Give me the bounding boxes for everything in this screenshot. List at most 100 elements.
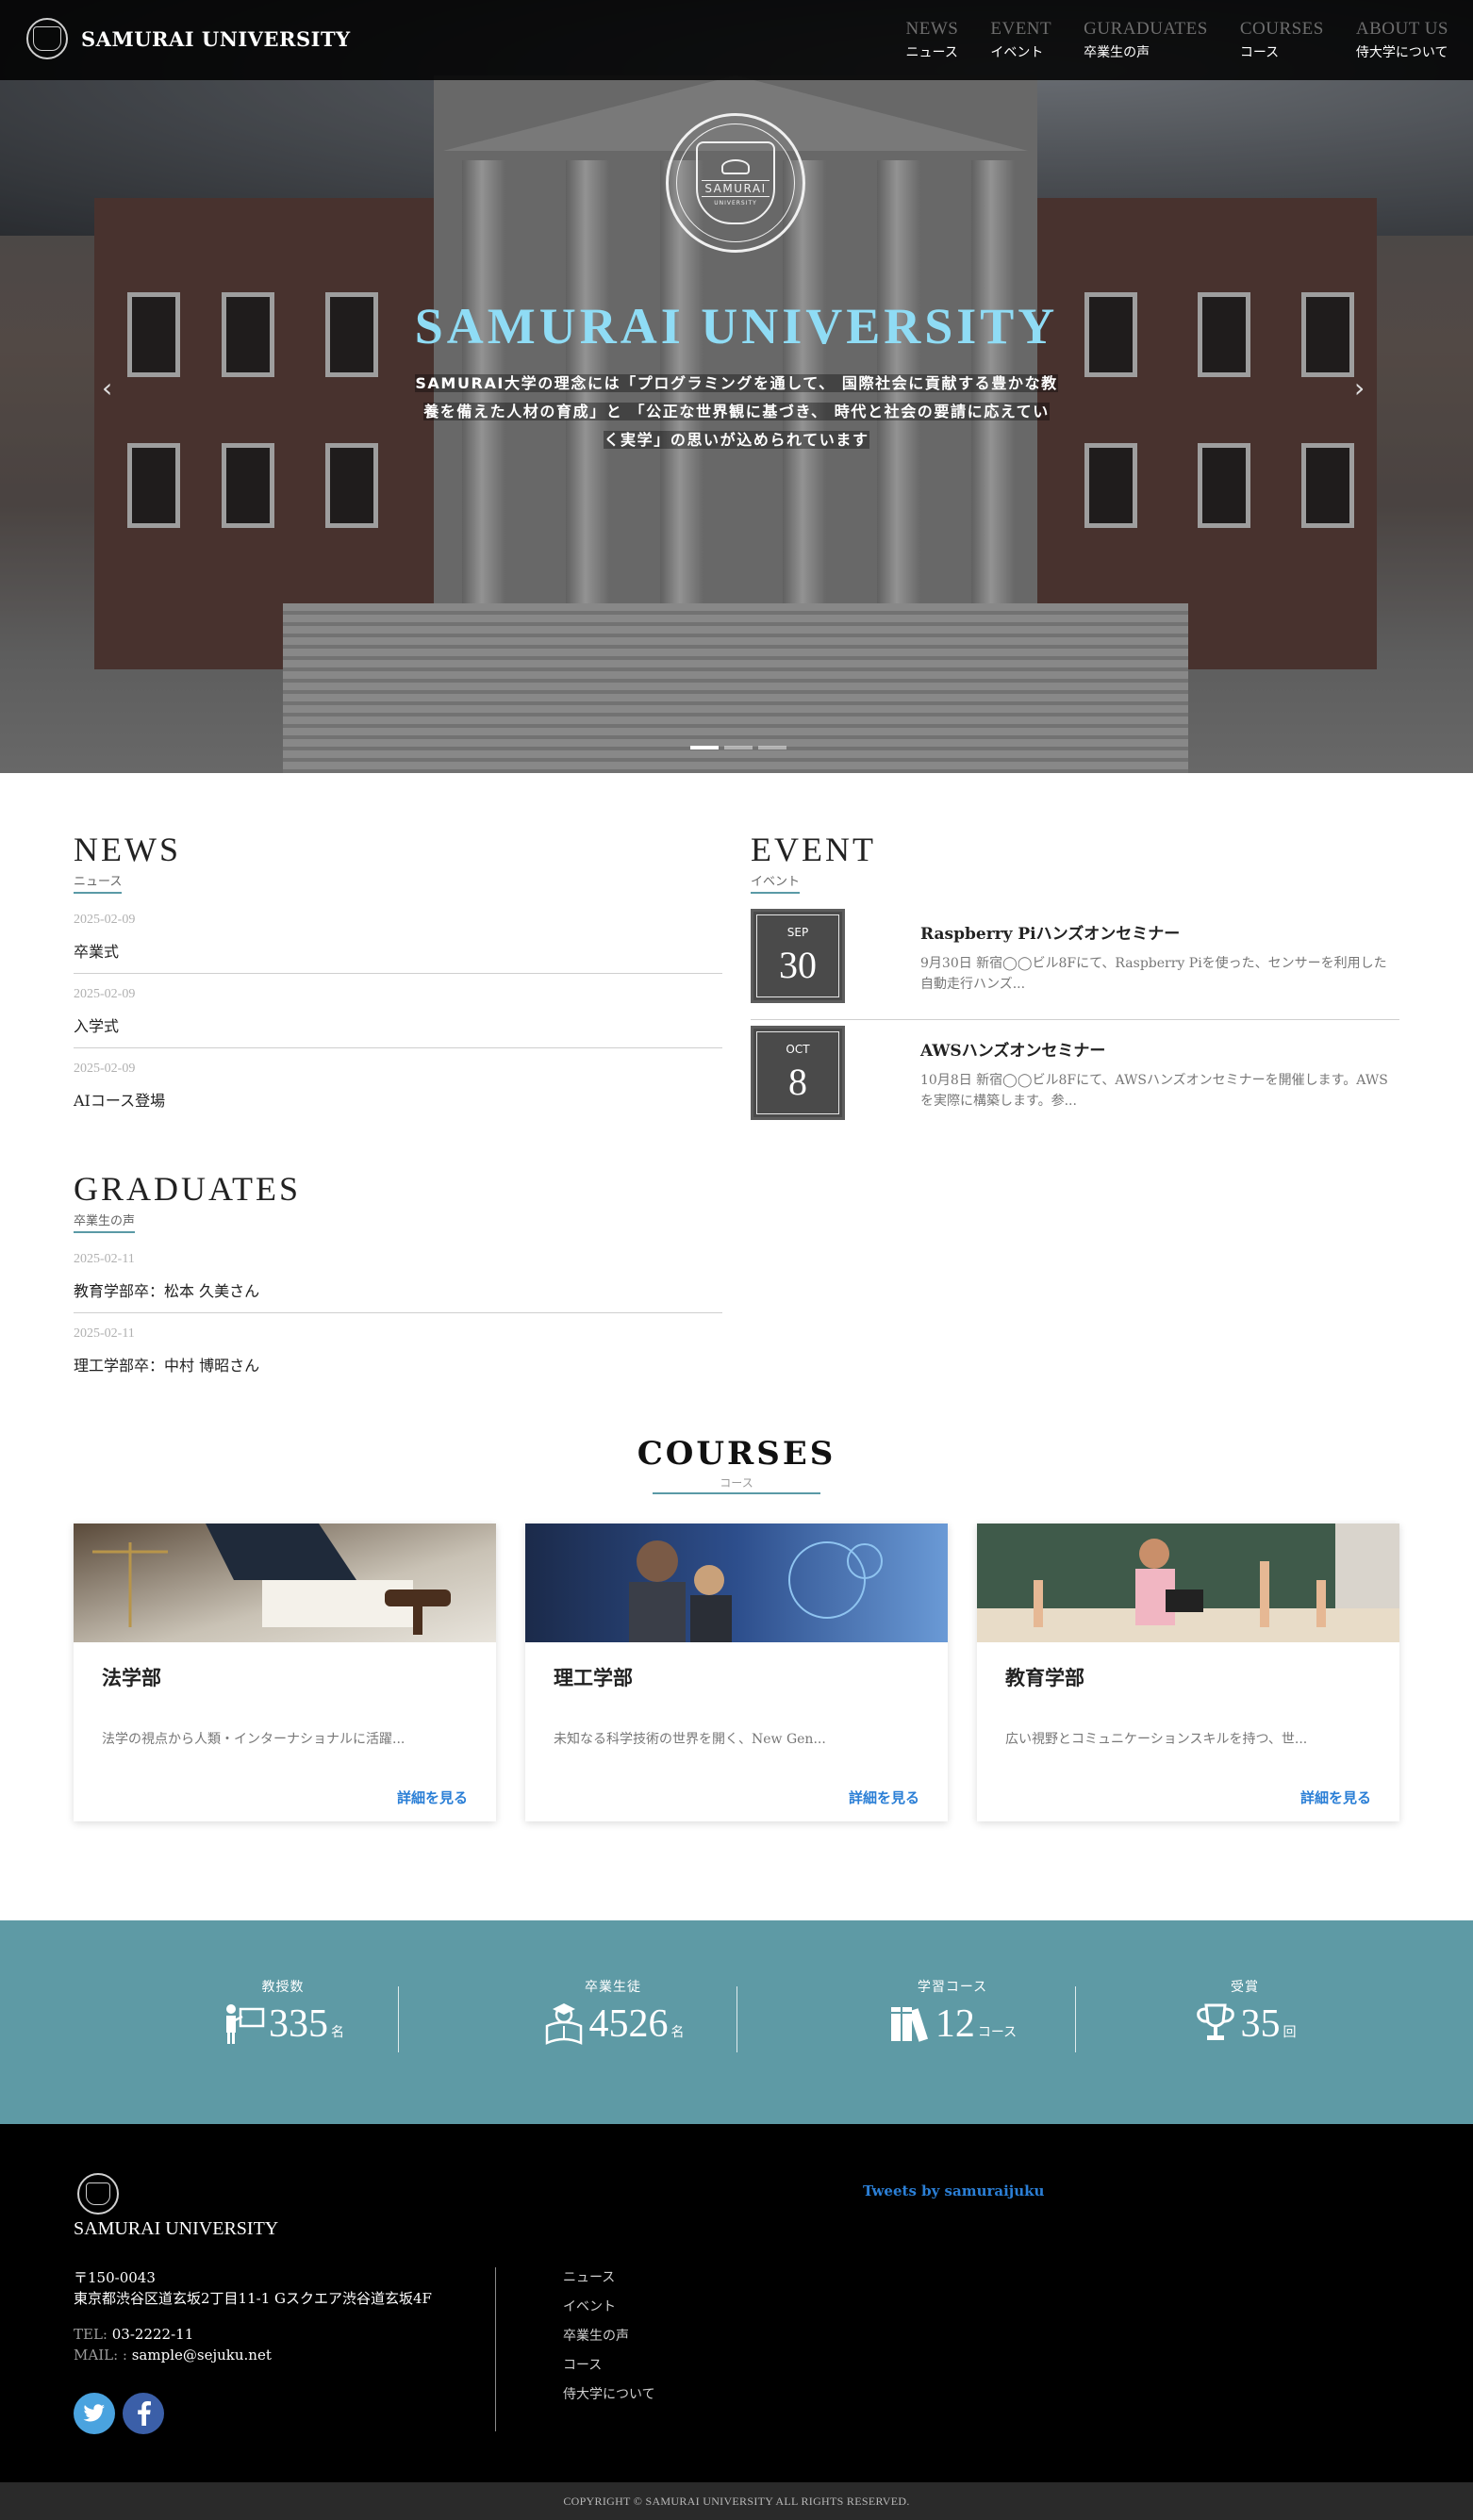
trophy-icon xyxy=(1196,2003,1234,2040)
course-cards: 法学部 法学の視点から人類・インターナショナルに活躍... 詳細を見る 理工学部… xyxy=(74,1524,1399,1821)
stat-unit: 名 xyxy=(331,2025,344,2040)
facebook-icon[interactable] xyxy=(123,2393,164,2434)
nav-item-courses[interactable]: COURSES コース xyxy=(1240,19,1324,61)
site-header: SAMURAI UNIVERSITY NEWS ニュース EVENT イベント … xyxy=(0,0,1473,80)
emblem-text: SAMURAI xyxy=(702,180,770,197)
tel-value: 03-2222-11 xyxy=(111,2326,194,2343)
engineering-course-image xyxy=(525,1524,948,1642)
post-date: 2025-02-11 xyxy=(74,1252,135,1266)
course-card-engineering[interactable]: 理工学部 未知なる科学技術の世界を開く、New Gen... 詳細を見る xyxy=(525,1524,948,1821)
news-item[interactable]: 2025-02-09 入学式 xyxy=(74,974,722,1048)
course-description: 未知なる科学技術の世界を開く、New Gen... xyxy=(554,1732,826,1747)
slider-dot[interactable] xyxy=(758,746,786,749)
news-list: 2025-02-09 卒業式 2025-02-09 入学式 2025-02-09… xyxy=(74,899,722,1122)
tel-label: TEL: xyxy=(74,2326,108,2343)
section-title: COURSES xyxy=(637,1435,836,1473)
course-title: 教育学部 xyxy=(1005,1666,1084,1689)
nav-item-graduates[interactable]: GURADUATES 卒業生の声 xyxy=(1084,19,1208,61)
university-logo-icon[interactable] xyxy=(77,2173,119,2215)
section-title: EVENT xyxy=(751,831,876,868)
footer-link-courses[interactable]: コース xyxy=(563,2351,655,2380)
nav-item-event[interactable]: EVENT イベント xyxy=(990,19,1051,61)
footer-link-about[interactable]: 侍大学について xyxy=(563,2380,655,2410)
brand[interactable]: SAMURAI UNIVERSITY xyxy=(26,18,351,59)
nav-item-about[interactable]: ABOUT US 侍大学について xyxy=(1356,19,1448,61)
emblem-ring: SAMURAI UNIVERSITY xyxy=(676,124,795,242)
nav-label-en: GURADUATES xyxy=(1084,19,1208,39)
university-emblem: SAMURAI UNIVERSITY xyxy=(666,113,805,253)
education-course-image xyxy=(977,1524,1399,1642)
nav-label-en: EVENT xyxy=(990,19,1052,39)
event-item[interactable]: OCT 8 AWSハンズオンセミナー 10月8日 新宿◯◯ビル8Fにて、AWSハ… xyxy=(751,1024,1399,1137)
post-date: 2025-02-09 xyxy=(74,913,136,927)
nav-label-jp: コース xyxy=(1239,45,1280,60)
event-day: 8 xyxy=(788,1060,807,1103)
news-item[interactable]: 2025-02-09 AIコース登場 xyxy=(74,1048,722,1122)
course-card-law[interactable]: 法学部 法学の視点から人類・インターナショナルに活躍... 詳細を見る xyxy=(74,1524,496,1821)
post-date: 2025-02-09 xyxy=(74,1062,136,1076)
post-date: 2025-02-09 xyxy=(74,987,136,1001)
footer-contact: TEL: 03-2222-11 MAIL: : sample@sejuku.ne… xyxy=(74,2324,272,2365)
section-subtitle: 卒業生の声 xyxy=(74,1211,136,1233)
news-item[interactable]: 2025-02-09 卒業式 xyxy=(74,899,722,974)
section-subtitle: イベント xyxy=(751,871,801,894)
graduates-section: GRADUATES 卒業生の声 2025-02-11 教育学部卒：松本 久美さん… xyxy=(74,1169,722,1387)
hero-description-line: 養を備えた人材の育成」と 「公正な世界観に基づき、 時代と社会の要請に応えてい xyxy=(423,403,1050,420)
footer-divider xyxy=(495,2267,496,2431)
nav-label-jp: ニュース xyxy=(905,45,958,60)
nav-label-en: NEWS xyxy=(905,19,959,39)
event-month: SEP xyxy=(786,925,809,939)
slider-dots xyxy=(687,746,789,749)
books-icon xyxy=(890,2007,928,2042)
graduates-list: 2025-02-11 教育学部卒：松本 久美さん 2025-02-11 理工学部… xyxy=(74,1239,722,1387)
course-detail-link[interactable]: 詳細を見る xyxy=(1300,1787,1371,1807)
stat-unit: 回 xyxy=(1283,2025,1297,2040)
stats-band: 教授数 335 名 卒業生徒 4526 名 学習コース 12 コース 受賞 35… xyxy=(0,1920,1473,2124)
site-footer: SAMURAI UNIVERSITY 〒150-0043 東京都渋谷区道玄坂2丁… xyxy=(0,2124,1473,2482)
stat-label: 卒業生徒 xyxy=(585,1980,641,1995)
nav-label-en: COURSES xyxy=(1239,19,1324,39)
stat-courses: 学習コース 12 コース xyxy=(811,1977,1094,2045)
copyright: COPYRIGHT © SAMURAI UNIVERSITY ALL RIGHT… xyxy=(0,2482,1473,2520)
tweets-link[interactable]: Tweets by samuraijuku xyxy=(863,2182,1044,2199)
course-card-education[interactable]: 教育学部 広い視野とコミュニケーションスキルを持つ、世... 詳細を見る xyxy=(977,1524,1399,1821)
event-item[interactable]: SEP 30 Raspberry Piハンズオンセミナー 9月30日 新宿◯◯ビ… xyxy=(751,907,1399,1020)
event-title: AWSハンズオンセミナー xyxy=(920,1042,1106,1061)
stat-divider xyxy=(1075,1986,1076,2052)
stat-value: 12 xyxy=(935,2002,975,2046)
event-body: AWSハンズオンセミナー 10月8日 新宿◯◯ビル8Fにて、AWSハンズオンセミ… xyxy=(920,1026,1392,1129)
course-detail-link[interactable]: 詳細を見る xyxy=(849,1787,919,1807)
mail-value[interactable]: sample@sejuku.net xyxy=(132,2347,272,2364)
footer-link-news[interactable]: ニュース xyxy=(563,2264,655,2293)
university-logo-icon xyxy=(26,18,68,59)
slider-prev-icon[interactable]: ‹ xyxy=(102,372,112,404)
twitter-icon[interactable] xyxy=(74,2393,115,2434)
footer-link-graduates[interactable]: 卒業生の声 xyxy=(563,2322,655,2351)
stat-professors: 教授数 335 名 xyxy=(141,1977,424,2045)
stat-divider xyxy=(736,1986,737,2052)
course-detail-link[interactable]: 詳細を見る xyxy=(397,1787,468,1807)
stat-graduates: 卒業生徒 4526 名 xyxy=(472,1977,754,2045)
shield-icon xyxy=(86,2182,110,2205)
nav-item-news[interactable]: NEWS ニュース xyxy=(906,19,959,61)
slider-next-icon[interactable]: › xyxy=(1354,372,1365,404)
slider-dot[interactable] xyxy=(690,746,719,749)
slider-dot[interactable] xyxy=(724,746,753,749)
footer-link-event[interactable]: イベント xyxy=(563,2293,655,2322)
graduate-item[interactable]: 2025-02-11 理工学部卒：中村 博昭さん xyxy=(74,1313,722,1387)
section-title: GRADUATES xyxy=(74,1170,302,1208)
event-body: Raspberry Piハンズオンセミナー 9月30日 新宿◯◯ビル8Fにて、R… xyxy=(920,909,1392,1012)
event-month: OCT xyxy=(786,1042,810,1056)
stat-label: 教授数 xyxy=(261,1980,305,1995)
hero-slider: SAMURAI UNIVERSITY SAMURAI UNIVERSITY SA… xyxy=(0,0,1473,773)
calendar-badge: SEP 30 xyxy=(751,909,845,1003)
stat-label: 学習コース xyxy=(917,1980,988,1995)
stat-unit: コース xyxy=(977,2025,1018,2040)
event-list: SEP 30 Raspberry Piハンズオンセミナー 9月30日 新宿◯◯ビ… xyxy=(751,907,1399,1137)
course-title: 法学部 xyxy=(102,1666,161,1689)
postal-code: 〒150-0043 xyxy=(74,2269,156,2286)
hero-description: SAMURAI大学の理念には「プログラミングを通して、 国際社会に貢献する豊かな… xyxy=(401,370,1072,454)
graduate-item[interactable]: 2025-02-11 教育学部卒：松本 久美さん xyxy=(74,1239,722,1313)
course-title: 理工学部 xyxy=(554,1666,633,1689)
footer-brand-name: SAMURAI UNIVERSITY xyxy=(74,2218,279,2239)
